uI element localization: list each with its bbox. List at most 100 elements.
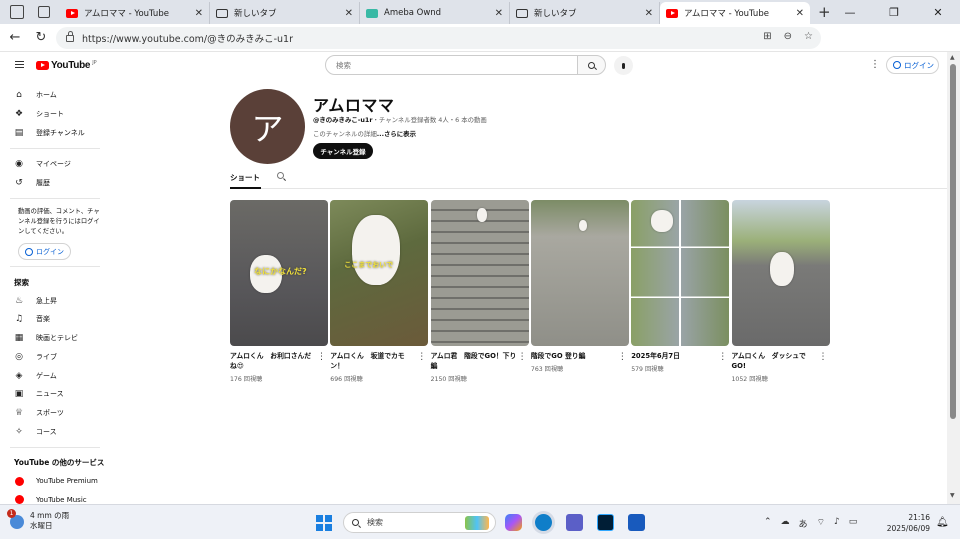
short-menu-icon[interactable]: ⋮ <box>417 352 426 362</box>
guide-menu-icon[interactable] <box>15 61 24 68</box>
short-card[interactable]: アムロくん ダッシュでGO! 1052 回視聴 ⋮ <box>731 200 830 383</box>
sidebar-item[interactable]: ▤ 登録チャンネル <box>0 123 110 142</box>
scroll-thumb[interactable] <box>950 64 956 419</box>
short-menu-icon[interactable]: ⋮ <box>819 352 828 362</box>
system-clock[interactable]: 21:16 2025/06/09 <box>884 512 930 534</box>
sidebar-item[interactable]: ⌂ ホーム <box>0 86 110 105</box>
channel-description[interactable]: このチャンネルの詳細...さらに表示 <box>313 129 416 138</box>
close-window-button[interactable]: ✕ <box>916 6 960 19</box>
sidebar-item[interactable]: ❖ ショート <box>0 105 110 124</box>
short-thumbnail[interactable]: なにかなんだ? <box>230 200 328 346</box>
short-title[interactable]: アムロくん お利口さんだね😍 <box>230 351 328 371</box>
refresh-button[interactable]: ↻ <box>28 30 54 45</box>
sidebar-item-label: 登録チャンネル <box>36 128 85 137</box>
clock-date: 2025/06/09 <box>886 524 930 533</box>
word-app-icon[interactable] <box>628 514 645 531</box>
show-more-link[interactable]: ...さらに表示 <box>377 130 416 138</box>
short-thumbnail[interactable] <box>530 200 629 346</box>
maximize-button[interactable]: ❐ <box>872 6 916 19</box>
close-tab-icon[interactable]: ✕ <box>645 8 653 19</box>
zoom-icon[interactable]: ⊖ <box>784 31 792 42</box>
sidebar-item[interactable]: ▦ 映画とテレビ <box>0 329 110 348</box>
edge-app-icon[interactable] <box>535 514 552 531</box>
short-title[interactable]: アムロくん 坂道でカモン！ <box>330 351 428 371</box>
short-card[interactable]: 2025年6月7日 579 回視聴 ⋮ <box>631 200 730 373</box>
short-title[interactable]: アムロくん ダッシュでGO! <box>732 351 830 371</box>
login-button[interactable]: ログイン <box>886 56 939 74</box>
channel-search-button[interactable] <box>277 172 284 179</box>
weather-widget[interactable]: 1 4 mm の雨 水曜日 <box>7 509 69 531</box>
subscribe-button[interactable]: チャンネル登録 <box>313 143 373 159</box>
start-button[interactable] <box>316 515 332 531</box>
page-scrollbar[interactable]: ▲ ▼ <box>947 52 960 504</box>
teams-app-icon[interactable] <box>566 514 583 531</box>
close-tab-icon[interactable]: ✕ <box>495 8 503 19</box>
sidebar-item-label: 音楽 <box>36 315 50 324</box>
volume-icon[interactable]: ♪ <box>834 517 840 530</box>
sidebar-item[interactable]: ♨ 急上昇 <box>0 291 110 310</box>
scroll-down-icon[interactable]: ▼ <box>950 492 955 499</box>
favorite-star-icon[interactable]: ☆ <box>804 31 813 42</box>
sidebar-login-button[interactable]: ログイン <box>18 243 71 261</box>
close-tab-icon[interactable]: ✕ <box>195 8 203 19</box>
sidebar-item[interactable]: ◈ ゲーム <box>0 366 110 385</box>
ime-indicator[interactable]: あ <box>799 517 808 530</box>
short-thumbnail[interactable] <box>731 200 830 346</box>
short-title[interactable]: アムロ君 階段でGO！下り編 <box>431 351 529 371</box>
cloud-icon[interactable]: ☁ <box>781 517 790 530</box>
wifi-icon[interactable]: ⌔ <box>817 517 825 530</box>
short-menu-icon[interactable]: ⋮ <box>518 352 527 362</box>
scroll-up-icon[interactable]: ▲ <box>950 54 955 61</box>
short-title[interactable]: 階段でGO 登り編 <box>531 351 629 361</box>
sidebar-item[interactable]: ▣ ニュース <box>0 385 110 404</box>
browser-tab[interactable]: Ameba Ownd ✕ <box>360 2 510 24</box>
browser-tab[interactable]: 新しいタブ ✕ <box>510 2 660 24</box>
notification-bell-icon[interactable]: 🔔︎ <box>936 517 949 528</box>
sidebar-item[interactable]: ♕ スポーツ <box>0 404 110 423</box>
taskbar-search[interactable]: 検索 <box>343 512 496 533</box>
sidebar-item[interactable]: ◉ マイページ <box>0 155 110 174</box>
short-menu-icon[interactable]: ⋮ <box>618 352 627 362</box>
battery-icon[interactable]: ▭ <box>849 517 858 530</box>
url-input[interactable]: https://www.youtube.com/@きのみきみこ-u1r ⊞ ⊖ … <box>56 27 821 49</box>
short-thumbnail[interactable] <box>631 200 730 346</box>
subscriptions-icon: ▤ <box>14 127 24 138</box>
back-button[interactable]: ← <box>2 30 28 45</box>
app-icon[interactable]: ⊞ <box>763 31 771 42</box>
search-input[interactable]: 検索 <box>325 55 578 75</box>
youtube-logo[interactable]: YouTube JP <box>36 60 97 71</box>
sidebar-item[interactable]: ↺ 履歴 <box>0 174 110 193</box>
browser-tab[interactable]: アムロママ - YouTube ✕ <box>60 2 210 24</box>
sidebar-item[interactable]: ◎ ライブ <box>0 348 110 367</box>
minimize-button[interactable]: — <box>828 6 872 19</box>
sidebar-item[interactable]: YouTube Music <box>0 491 110 504</box>
short-menu-icon[interactable]: ⋮ <box>718 352 727 362</box>
short-card[interactable]: ここまでおいで アムロくん 坂道でカモン！ 696 回視聴 ⋮ <box>330 200 429 383</box>
sidebar-item[interactable]: ✧ コース <box>0 422 110 441</box>
close-tab-icon[interactable]: ✕ <box>796 8 804 19</box>
short-menu-icon[interactable]: ⋮ <box>317 352 326 362</box>
close-tab-icon[interactable]: ✕ <box>345 8 353 19</box>
short-thumbnail[interactable] <box>430 200 529 346</box>
browser-tab[interactable]: 新しいタブ ✕ <box>210 2 360 24</box>
short-title[interactable]: 2025年6月7日 <box>631 351 729 361</box>
voice-search-button[interactable] <box>614 56 633 75</box>
short-card[interactable]: 階段でGO 登り編 763 回視聴 ⋮ <box>530 200 629 373</box>
sidebar-item[interactable]: YouTube Premium <box>0 472 110 491</box>
sidebar-item[interactable]: ♫ 音楽 <box>0 310 110 329</box>
tab-shorts[interactable]: ショート <box>230 172 261 189</box>
browser-tab[interactable]: アムロママ - YouTube ✕ <box>660 2 810 24</box>
sidebar-item-label: ライブ <box>36 352 57 361</box>
tab-actions-icon[interactable] <box>38 6 50 18</box>
short-card[interactable]: なにかなんだ? アムロくん お利口さんだね😍 176 回視聴 ⋮ <box>230 200 328 383</box>
windows-taskbar: 1 4 mm の雨 水曜日 検索 ⌃ ☁ あ ⌔ ♪ ▭ 21:16 2025/… <box>0 504 960 539</box>
search-button[interactable] <box>577 55 606 75</box>
photoshop-app-icon[interactable] <box>597 514 614 531</box>
short-thumbnail[interactable]: ここまでおいで <box>330 200 429 346</box>
workspaces-icon[interactable] <box>10 5 24 19</box>
youtube-favicon-icon <box>66 8 78 18</box>
short-card[interactable]: アムロ君 階段でGO！下り編 2150 回視聴 ⋮ <box>430 200 529 383</box>
copilot-app-icon[interactable] <box>505 514 522 531</box>
chevron-up-icon[interactable]: ⌃ <box>764 517 772 530</box>
settings-kebab-icon[interactable]: ⋮ <box>870 59 880 70</box>
